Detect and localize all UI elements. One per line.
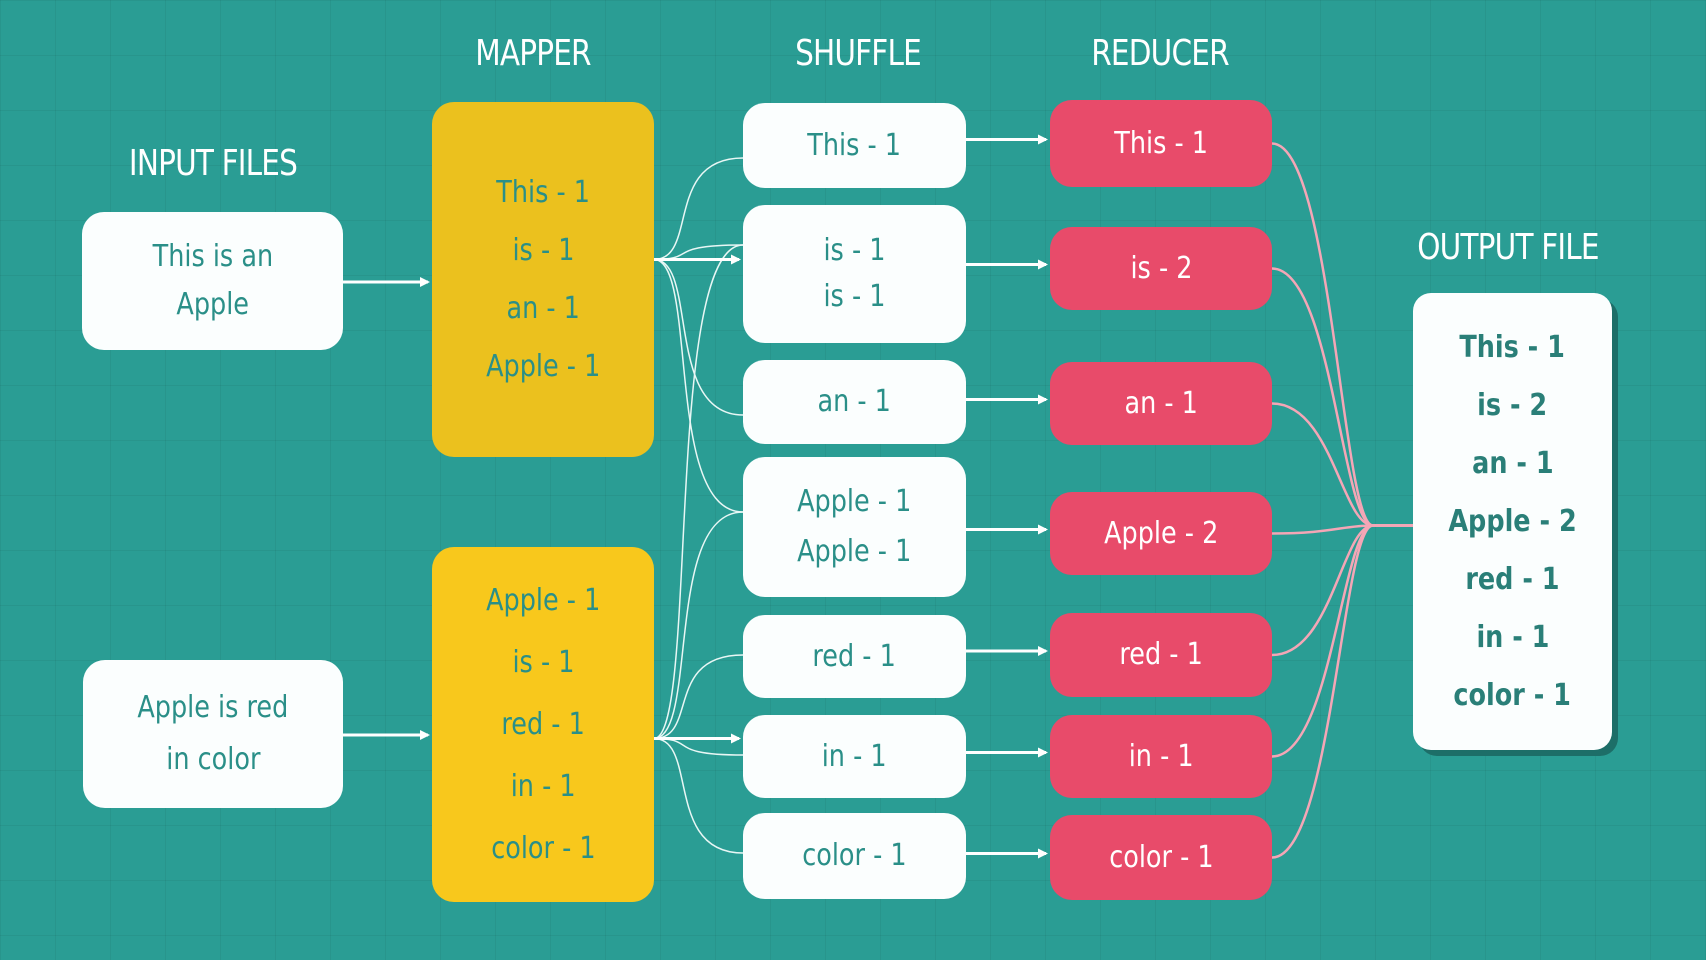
shuffle-box-this: This - 1 — [743, 103, 966, 188]
reducer-title: REDUCER — [1091, 33, 1229, 74]
reducer-line: an - 1 — [1124, 385, 1198, 421]
reducer-box-apple: Apple - 2 — [1050, 492, 1272, 575]
shuffle-line: in - 1 — [822, 738, 887, 774]
output-line: Apple - 2 — [1448, 503, 1577, 539]
shuffle-box-an: an - 1 — [743, 360, 966, 444]
shuffle-wires — [653, 157, 744, 854]
shuffle-wire — [653, 511, 744, 740]
reducer-box-an: an - 1 — [1050, 362, 1272, 445]
reducer-to-output-wire — [1271, 524, 1413, 758]
mapper-1: This - 1 is - 1 an - 1 Apple - 1 — [432, 102, 654, 457]
reducer-to-output-wire — [1271, 142, 1413, 527]
mapper-line: This - 1 — [496, 174, 590, 210]
input-file-1: This is an Apple — [82, 212, 343, 350]
shuffle-wire — [653, 244, 744, 261]
mapper-line: Apple - 1 — [485, 348, 601, 384]
input-files-title: INPUT FILES — [128, 143, 298, 184]
output-file-title: OUTPUT FILE — [1417, 227, 1599, 268]
shuffle-wire — [653, 244, 744, 740]
reducer-line: color - 1 — [1108, 839, 1214, 875]
reducer-line: This - 1 — [1114, 125, 1208, 161]
output-line: an - 1 — [1471, 445, 1554, 481]
input-file-2: Apple is red in color — [83, 660, 343, 808]
reducer-box-is: is - 2 — [1050, 227, 1272, 310]
mapper-line: an - 1 — [506, 290, 580, 326]
shuffle-line: an - 1 — [817, 384, 892, 419]
shuffle-wire — [653, 737, 744, 854]
input-line: Apple is red — [137, 690, 289, 725]
output-line: is - 2 — [1477, 387, 1548, 423]
shuffle-wire — [653, 737, 744, 756]
mapper-line: is - 1 — [511, 232, 574, 268]
shuffle-line: color - 1 — [802, 838, 907, 873]
reducer-box-red: red - 1 — [1050, 613, 1272, 697]
input-line: This is an — [152, 239, 273, 274]
reduce-wires — [1271, 142, 1413, 859]
reducer-to-output-wire — [1271, 524, 1413, 859]
mapper-2: Apple - 1 is - 1 red - 1 in - 1 color - … — [432, 547, 654, 902]
mapper-line: color - 1 — [490, 830, 596, 866]
shuffle-line: red - 1 — [812, 638, 897, 674]
output-line: red - 1 — [1465, 561, 1560, 597]
shuffle-title: SHUFFLE — [795, 33, 922, 74]
input-line: in color — [165, 742, 261, 777]
shuffle-wire — [653, 157, 744, 261]
shuffle-box-is: is - 1 is - 1 — [743, 205, 966, 343]
output-line: color - 1 — [1453, 677, 1572, 713]
reducer-to-output-wire — [1271, 524, 1413, 535]
mapper-line: in - 1 — [510, 768, 576, 804]
shuffle-wire — [653, 258, 744, 416]
shuffle-line: This - 1 — [807, 127, 902, 163]
shuffle-line: Apple - 1 — [797, 484, 912, 519]
input-line: Apple — [176, 287, 249, 322]
shuffle-line: is - 1 — [823, 233, 886, 268]
mapper-line: is - 1 — [511, 644, 574, 680]
mapper-title: MAPPER — [475, 33, 591, 74]
reducer-to-output-wire — [1271, 267, 1413, 527]
shuffle-box-color: color - 1 — [743, 813, 966, 899]
shuffle-line: Apple - 1 — [797, 534, 912, 569]
mapper-line: red - 1 — [501, 706, 585, 742]
shuffle-wire — [653, 654, 744, 740]
mapper-line: Apple - 1 — [485, 582, 601, 618]
reducer-box-in: in - 1 — [1050, 715, 1272, 798]
shuffle-line: is - 1 — [823, 279, 886, 314]
reducer-line: is - 2 — [1129, 250, 1192, 286]
reducer-line: in - 1 — [1128, 738, 1194, 774]
shuffle-box-in: in - 1 — [743, 715, 966, 798]
reducer-box-this: This - 1 — [1050, 100, 1272, 187]
shuffle-wire — [653, 258, 744, 513]
shuffle-box-red: red - 1 — [743, 615, 966, 698]
reducer-line: red - 1 — [1119, 637, 1203, 672]
output-line: in - 1 — [1476, 619, 1549, 655]
reducer-to-output-wire — [1271, 402, 1413, 527]
reducer-to-output-wire — [1271, 524, 1413, 657]
output-line: This - 1 — [1459, 329, 1566, 365]
output-file: This - 1 is - 2 an - 1 Apple - 2 red - 1… — [1413, 293, 1612, 750]
reducer-line: Apple - 2 — [1103, 515, 1219, 551]
shuffle-box-apple: Apple - 1 Apple - 1 — [743, 457, 966, 597]
reducer-box-color: color - 1 — [1050, 815, 1272, 900]
